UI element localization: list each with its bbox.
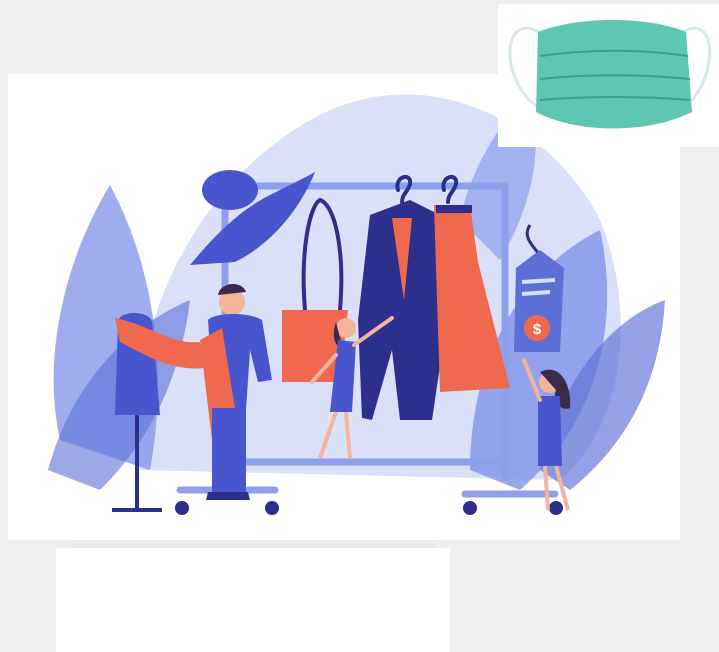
rack-wheels (175, 501, 563, 515)
mask-card (498, 4, 719, 147)
coat-icon (358, 200, 446, 420)
face-mask-icon (508, 20, 712, 129)
background-leaves (48, 94, 665, 490)
currency-symbol: $ (533, 321, 542, 338)
